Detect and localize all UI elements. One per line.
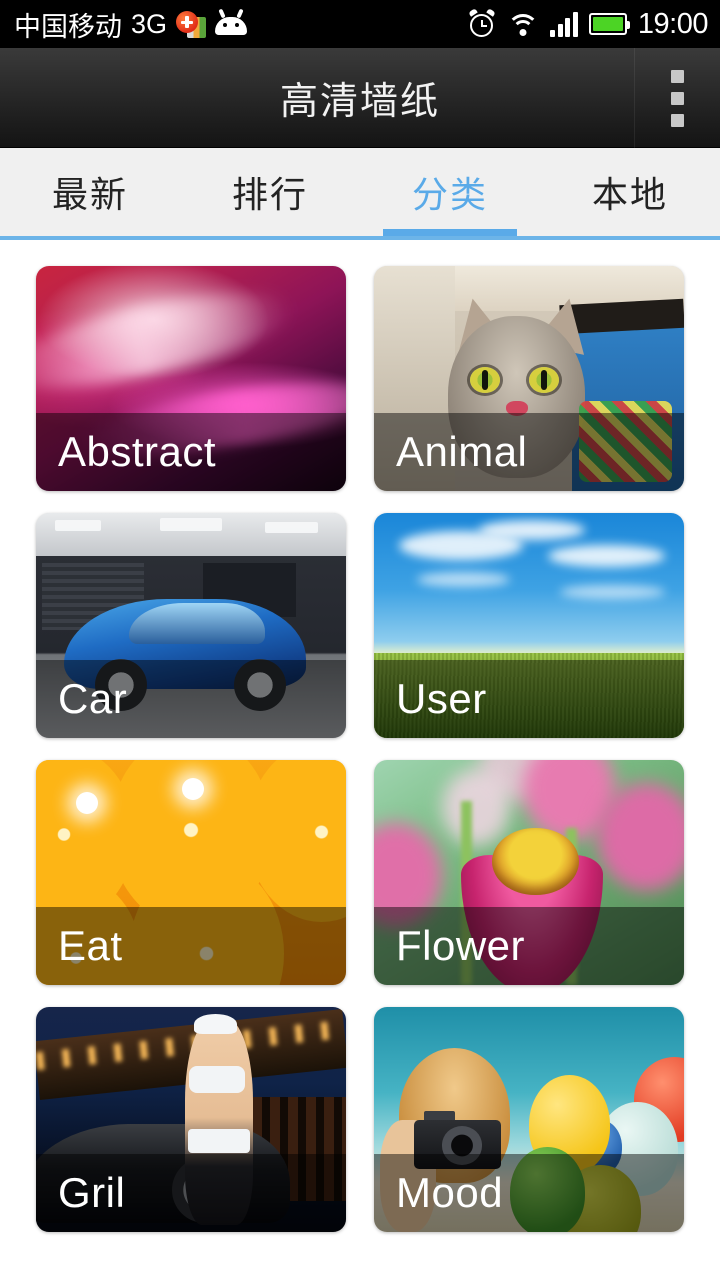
tab-label: 分类 <box>411 174 488 215</box>
category-label: Flower <box>396 922 526 969</box>
status-bar-right: 19:00 <box>468 8 720 41</box>
overflow-menu-button[interactable] <box>634 48 720 148</box>
tab-ranking[interactable]: 排行 <box>180 148 360 236</box>
tab-local[interactable]: 本地 <box>540 148 720 236</box>
overflow-dot-icon <box>671 113 684 127</box>
overflow-dot-icon <box>671 69 684 83</box>
category-label: Abstract <box>58 428 217 475</box>
status-bar: 中国移动 3G 19:00 <box>0 0 720 48</box>
category-tile-abstract[interactable]: Abstract <box>36 266 346 491</box>
overflow-dot-icon <box>671 91 684 105</box>
tab-bar: 最新 排行 分类 本地 <box>0 148 720 236</box>
category-label: Animal <box>396 428 528 475</box>
category-label: Mood <box>396 1169 504 1216</box>
category-tile-user[interactable]: User <box>374 513 684 738</box>
tab-label: 排行 <box>231 174 308 215</box>
category-tile-eat[interactable]: Eat <box>36 760 346 985</box>
category-label: Gril <box>58 1169 126 1216</box>
page-title: 高清墙纸 <box>279 81 440 123</box>
tab-latest[interactable]: 最新 <box>0 148 180 236</box>
tab-category[interactable]: 分类 <box>360 148 540 236</box>
signal-bars-icon <box>550 11 578 37</box>
status-bar-left: 中国移动 3G <box>0 5 248 44</box>
network-type-label: 3G <box>131 8 168 39</box>
category-tile-mood[interactable]: Mood <box>374 1007 684 1232</box>
category-label-band: User <box>374 660 684 738</box>
category-label-band: Flower <box>374 907 684 985</box>
android-robot-icon <box>215 8 248 35</box>
category-label-band: Mood <box>374 1154 684 1232</box>
category-label-band: Gril <box>36 1154 346 1232</box>
category-tile-animal[interactable]: Animal <box>374 266 684 491</box>
wifi-icon <box>507 11 540 37</box>
carrier-label: 中国移动 <box>14 11 122 42</box>
category-tile-car[interactable]: Car <box>36 513 346 738</box>
category-grid: Abstract Animal Car User Eat Flower Gril… <box>0 240 720 1232</box>
category-label-band: Abstract <box>36 413 346 491</box>
category-tile-gril[interactable]: Gril <box>36 1007 346 1232</box>
tab-label: 最新 <box>51 174 128 215</box>
action-bar: 高清墙纸 <box>0 48 720 148</box>
category-label: Eat <box>58 922 123 969</box>
category-label-band: Animal <box>374 413 684 491</box>
category-tile-flower[interactable]: Flower <box>374 760 684 985</box>
category-label: Car <box>58 675 128 722</box>
alarm-icon <box>468 8 497 38</box>
category-label-band: Eat <box>36 907 346 985</box>
tab-label: 本地 <box>591 174 668 215</box>
category-label-band: Car <box>36 660 346 738</box>
category-label: User <box>396 675 487 722</box>
battery-icon <box>588 13 630 35</box>
sim-card-icon <box>176 9 207 39</box>
status-bar-clock: 19:00 <box>637 7 709 40</box>
